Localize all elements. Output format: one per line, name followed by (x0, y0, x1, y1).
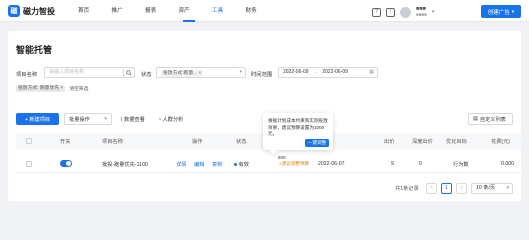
project-goal: 行为数 (453, 162, 469, 168)
calendar-icon: ▦ (369, 69, 374, 75)
app-name: 磁力智投 (23, 6, 55, 16)
col-status: 状态 (236, 139, 247, 145)
custom-columns-button[interactable]: ▤ 自定义列表 (468, 113, 513, 125)
detail-link[interactable]: 详情 (176, 161, 186, 168)
project-name-input[interactable]: 请输入项目名称 (44, 67, 124, 78)
status-label: 状态 (141, 72, 152, 78)
project-name[interactable]: 批投-跑量优先-1100 (102, 161, 148, 168)
select-all-checkbox[interactable] (26, 138, 32, 144)
status-dot-icon (234, 163, 237, 167)
total-records: 共1条记录 (395, 186, 419, 192)
batch-operation-label: 批量操作 (69, 116, 90, 123)
next-page-button[interactable]: > (456, 183, 467, 194)
copy-link[interactable]: 复制 (212, 161, 222, 168)
nav-assets[interactable]: 资产 (179, 0, 213, 22)
close-icon[interactable]: × (60, 86, 63, 91)
nav-home[interactable]: 首页 (78, 0, 112, 22)
budget-suggestion-popover: 根据计划成本约束和实际投放效果，建议预算设置为1000元。 一键调整 (263, 113, 333, 156)
app-logo[interactable]: 磁 磁力智投 (8, 5, 55, 17)
status-tag-label: 投放方式:跑量... (163, 71, 198, 76)
chevron-down-icon[interactable]: ▾ (432, 9, 435, 15)
edit-link[interactable]: 编辑 (194, 161, 204, 168)
create-ad-button[interactable]: 创建广告 ▾ (481, 5, 521, 18)
nav-tools[interactable]: 工具 (212, 0, 246, 22)
date-start[interactable]: 2022-06-09 (283, 69, 309, 75)
chevron-down-icon: ▾ (104, 116, 107, 122)
status-badge: 有效 (234, 161, 249, 168)
col-actions: 操作 (192, 139, 203, 145)
batch-operation-select[interactable]: 批量操作 ▾ (64, 113, 112, 125)
date-end[interactable]: 2022-06-09 (322, 69, 348, 75)
project-deep-bid: 0 (419, 161, 422, 167)
user-account: ■■■■ (416, 12, 427, 17)
logo-icon: 磁 (8, 5, 20, 17)
help-icon[interactable]: ? (372, 7, 381, 17)
page-size-label: 10 条/页 (476, 185, 496, 191)
row-checkbox[interactable] (26, 161, 32, 167)
data-view-button[interactable]: ⌇ 数据查看 (120, 116, 145, 123)
page-size-select[interactable]: 10 条/页 ▾ (471, 183, 513, 194)
one-click-adjust-button[interactable]: 一键调整 (305, 139, 329, 147)
custom-columns-label: 自定义列表 (479, 116, 506, 123)
col-deep-bid: 深度出价 (412, 139, 433, 145)
page-title: 智能托管 (16, 45, 53, 55)
col-project-name: 项目名称 (102, 139, 123, 145)
status-text: 有效 (238, 162, 249, 168)
date-range-picker[interactable]: 2022-06-09 → 2022-06-09 ▦ (278, 67, 378, 78)
chevron-down-icon: ▾ (506, 185, 509, 191)
people-icon: ◔ (158, 117, 162, 123)
notification-icon[interactable]: ! (386, 7, 395, 17)
user-info[interactable]: ■■■ ■■■■ (416, 6, 427, 18)
project-bid: 9 (391, 161, 394, 167)
active-filter-label: 投放方式: 跑量优先 (18, 86, 60, 91)
people-analysis-label: 人群分析 (162, 117, 184, 123)
nav-finance[interactable]: 财务 (246, 0, 280, 22)
nav-promotion[interactable]: 推广 (112, 0, 146, 22)
create-ad-label: 创建广告 (487, 9, 510, 16)
active-filters: 投放方式: 跑量优先 × 清空筛选 (16, 85, 88, 92)
popover-message: 根据计划成本约束和实际投放效果，建议预算设置为1000元。 (268, 118, 328, 136)
project-date: 2022-06-07 (318, 161, 345, 167)
chart-icon: ⌇ (120, 117, 123, 123)
search-button[interactable] (124, 67, 135, 78)
top-navigation-bar: 磁 磁力智投 首页 推广 报表 资产 工具 财务 ? ! ■■■ ■■■■ ▾ … (0, 0, 529, 22)
prev-page-button[interactable]: < (426, 183, 437, 194)
status-tag: 投放方式:跑量... × (161, 70, 204, 77)
budget-cell: 500 ⚠建议调整预算 (278, 155, 309, 167)
main-nav: 首页 推广 报表 资产 工具 财务 (78, 0, 279, 22)
avatar[interactable] (400, 6, 411, 18)
col-goal: 优化目标 (446, 139, 467, 145)
active-nav-indicator (183, 20, 195, 22)
col-switch: 开关 (60, 139, 71, 145)
search-icon (126, 69, 132, 76)
new-project-button[interactable]: + 新建项目 (16, 113, 59, 125)
active-filter-tag[interactable]: 投放方式: 跑量优先 × (16, 85, 66, 92)
chevron-down-icon: ▾ (239, 69, 242, 75)
chevron-down-icon: ▾ (511, 8, 515, 15)
people-analysis-button[interactable]: ◔ 人群分析 (158, 116, 183, 123)
project-name-label: 项目名称 (16, 72, 38, 78)
project-toggle[interactable] (60, 160, 72, 167)
status-select[interactable]: 投放方式:跑量... × ▾ (156, 67, 246, 78)
col-bid: 出价 (384, 139, 395, 145)
page-1-button[interactable]: 1 (441, 183, 452, 194)
close-icon[interactable]: × (198, 71, 201, 76)
header-icons: ? ! ■■■ ■■■■ ▾ (372, 6, 434, 18)
time-range-label: 时间范围 (251, 72, 273, 78)
budget-suggestion[interactable]: ⚠建议调整预算 (278, 161, 309, 167)
clear-filters-link[interactable]: 清空筛选 (69, 85, 88, 92)
budget-suggestion-text: 建议调整预算 (282, 161, 310, 166)
table-row[interactable]: 批投-跑量优先-1100 详情 编辑 复制 有效 500 ⚠建议调整预算 202… (16, 155, 521, 173)
project-spend: 0.000 (501, 161, 514, 167)
col-spend: 花费(元) (491, 139, 511, 145)
columns-icon: ▤ (473, 116, 478, 122)
nav-reports[interactable]: 报表 (145, 0, 179, 22)
date-separator: → (312, 69, 318, 75)
data-view-label: 数据查看 (124, 117, 145, 123)
